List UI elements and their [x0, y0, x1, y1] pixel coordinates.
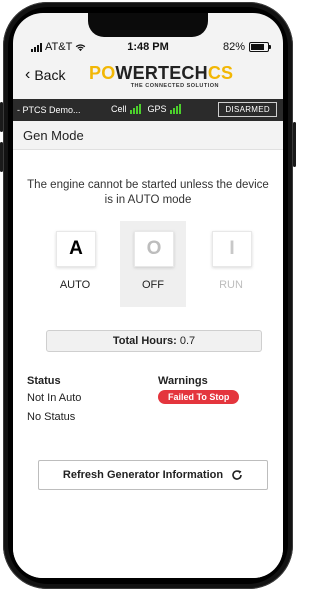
warning-badge: Failed To Stop: [158, 390, 240, 404]
battery-group: 82%: [222, 41, 271, 53]
refresh-label: Refresh Generator Information: [62, 469, 224, 481]
powertech-logo: P O WER TECH CS THE CONNECTED SOLUTION: [89, 63, 234, 94]
mode-off-key: O: [134, 231, 174, 267]
mode-auto-button[interactable]: A AUTO: [42, 221, 108, 307]
total-hours-box: Total Hours: 0.7: [46, 330, 262, 352]
arm-state-button[interactable]: DISARMED: [218, 102, 277, 117]
mode-run-button[interactable]: I RUN: [198, 221, 264, 307]
battery-percent: 82%: [222, 41, 245, 53]
total-hours-value: 0.7: [179, 335, 196, 347]
mode-run-key: I: [212, 231, 252, 267]
phone-screen: AT&T 1:48 PM 82% ‹ Back P O WER TECH CS THE …: [13, 13, 283, 578]
mode-notice: The engine cannot be started unless the …: [27, 179, 269, 206]
status-line-1: Not In Auto: [27, 392, 82, 404]
gen-mode-panel: The engine cannot be started unless the …: [13, 150, 283, 578]
logo-wordmark: P O WER TECH CS: [89, 63, 234, 83]
side-button-left-2: [0, 142, 3, 172]
mode-off-label: OFF: [142, 279, 164, 291]
warnings-title: Warnings: [158, 375, 208, 387]
back-label: Back: [34, 67, 66, 83]
logo-tagline: THE CONNECTED SOLUTION: [130, 83, 219, 89]
status-line-2: No Status: [27, 411, 76, 423]
status-bar: AT&T 1:48 PM 82%: [13, 39, 283, 55]
battery-icon: [249, 42, 271, 52]
section-title: Gen Mode: [23, 128, 84, 143]
refresh-icon: [232, 470, 242, 480]
mode-run-label: RUN: [219, 279, 243, 291]
gps-label: GPS: [147, 104, 167, 114]
notch: [88, 13, 208, 37]
total-hours-label: Total Hours:: [112, 335, 177, 347]
mode-auto-label: AUTO: [59, 279, 91, 291]
status-title: Status: [27, 375, 61, 387]
nav-bar: ‹ Back P O WER TECH CS THE CONNECTED SOLUTIO…: [13, 58, 283, 98]
signal-indicators: Cell GPS: [111, 103, 181, 114]
section-header: Gen Mode: [13, 123, 283, 150]
mode-off-button[interactable]: O OFF: [120, 221, 186, 307]
chevron-left-icon: ‹: [25, 66, 31, 83]
side-button-left: [0, 102, 3, 132]
side-button-right: [293, 122, 296, 167]
device-bar: - PTCS Demo... Cell GPS DISARMED: [13, 99, 283, 121]
mode-auto-key: A: [56, 231, 96, 267]
cell-label: Cell: [111, 104, 127, 114]
refresh-generator-button[interactable]: Refresh Generator Information: [38, 460, 268, 490]
gps-strength-icon: [169, 103, 181, 114]
back-button[interactable]: ‹ Back: [25, 66, 66, 84]
cell-strength-icon: [129, 103, 141, 114]
device-name[interactable]: - PTCS Demo...: [17, 105, 81, 115]
